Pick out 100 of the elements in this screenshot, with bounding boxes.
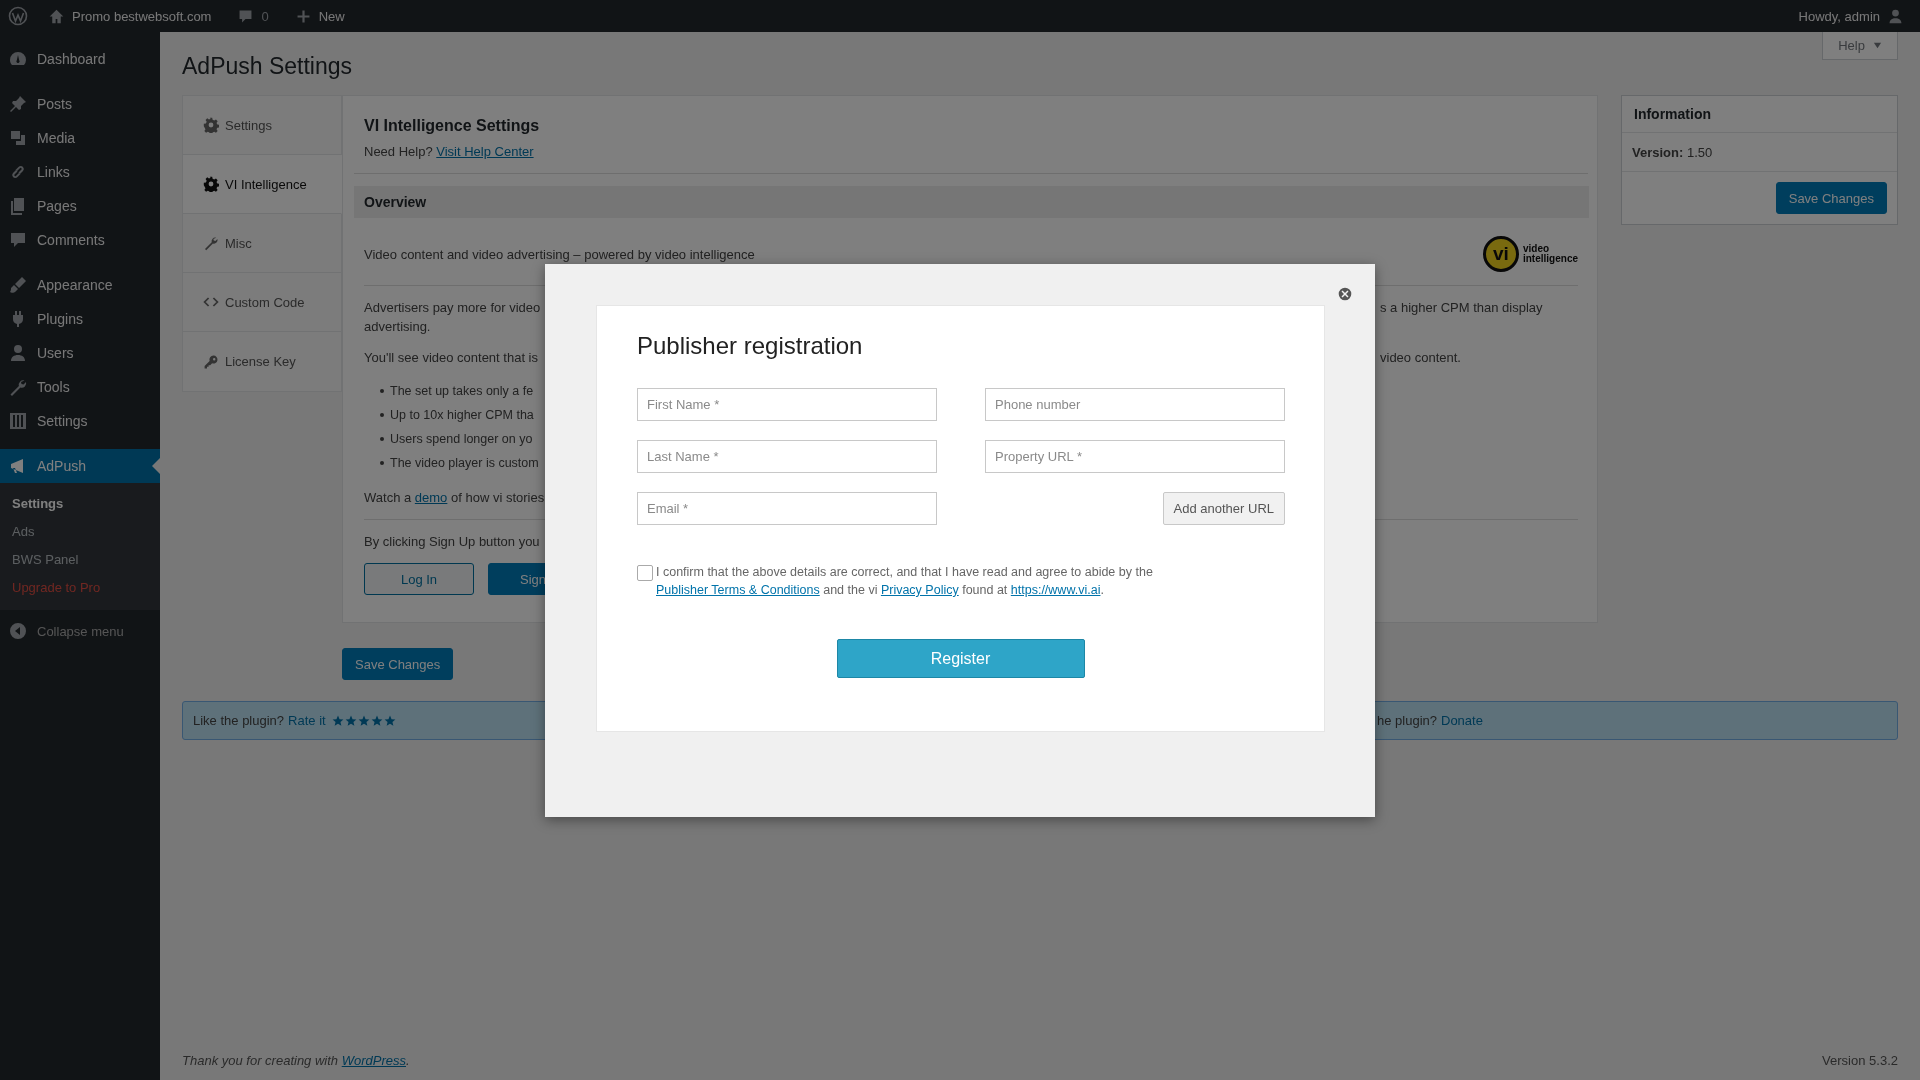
menu-label: Media <box>37 130 76 146</box>
menu-item[interactable]: Appearance <box>0 268 160 302</box>
menu-item[interactable]: Links <box>0 155 160 189</box>
logo-text: intelligence <box>1523 254 1578 264</box>
star-icon <box>357 714 370 727</box>
input-field[interactable]: First Name * <box>637 388 937 421</box>
checkbox[interactable] <box>637 565 653 581</box>
submenu-item[interactable]: Settings <box>0 490 160 518</box>
panel-heading: VI Intelligence Settings <box>364 116 541 136</box>
star-icon <box>331 714 344 727</box>
menu-item[interactable]: Users <box>0 336 160 370</box>
new-label: New <box>318 8 345 24</box>
gear-icon <box>203 117 219 133</box>
home-icon <box>48 7 65 25</box>
tagline: Video content and video advertising – powered by video intelligence <box>364 246 755 262</box>
collapse-menu-button[interactable]: Collapse menu <box>0 614 160 648</box>
terms-link[interactable]: Publisher Terms & Conditions <box>656 583 820 597</box>
collapse-label: Collapse menu <box>37 623 124 639</box>
input-field[interactable]: Phone number <box>985 388 1285 421</box>
sliders-icon <box>8 411 28 431</box>
version-text: Version 5.3.2 <box>1822 1052 1898 1068</box>
modal-title: Publisher registration <box>637 331 864 361</box>
logo-icon[interactable] <box>8 6 28 26</box>
paragraph-text: video content. <box>1380 349 1462 367</box>
menu-item[interactable]: Media <box>0 121 160 155</box>
menu-label: Pages <box>37 198 77 214</box>
close-icon[interactable] <box>1338 287 1352 301</box>
help-button[interactable]: Help <box>1822 32 1898 60</box>
save-changes-button[interactable]: Save Changes <box>342 648 454 680</box>
comments-link[interactable]: 0 <box>231 7 275 25</box>
brush-icon <box>8 275 28 295</box>
account-link[interactable]: Howdy, admin <box>1792 7 1910 25</box>
menu-item[interactable]: Comments <box>0 223 160 257</box>
menu-item[interactable]: Posts <box>0 87 160 121</box>
info-title: Information <box>1634 106 1711 122</box>
star-icon <box>370 714 383 727</box>
input-field[interactable]: Property URL * <box>985 440 1285 473</box>
tab-label: Settings <box>225 117 272 133</box>
bullet-dot <box>380 437 384 441</box>
tab-label: VI Intelligence <box>225 176 307 192</box>
bullet-dot <box>380 389 384 393</box>
menu-label: Posts <box>37 96 72 112</box>
tab-label: Custom Code <box>225 294 305 310</box>
list-item-text: Users spend longer on yo <box>390 431 533 448</box>
pushpin-icon <box>8 94 28 114</box>
add-another-url-button[interactable]: Add another URL <box>1162 492 1285 525</box>
bullet-dot <box>380 413 384 417</box>
menu-item[interactable]: Settings <box>0 404 160 438</box>
comments-count: 0 <box>261 8 269 24</box>
menu-label: Links <box>37 164 70 180</box>
menu-item[interactable]: Pages <box>0 189 160 223</box>
tab-label: License Key <box>225 354 296 369</box>
menu-item[interactable]: Plugins <box>0 302 160 336</box>
key-icon <box>203 353 219 370</box>
input-field[interactable]: Email * <box>637 492 937 525</box>
register-button[interactable]: Register <box>836 639 1085 678</box>
star-icon <box>344 714 357 727</box>
paragraph-text: s a higher CPM than display <box>1380 299 1544 317</box>
list-item-text: The set up takes only a fe <box>390 383 534 400</box>
help-center-link[interactable]: Visit Help Center <box>436 144 534 159</box>
site-name-link[interactable]: Promo bestwebsoft.com <box>42 7 218 25</box>
caret-icon <box>1872 41 1882 50</box>
submenu-item[interactable]: Ads <box>0 518 160 546</box>
rate-link[interactable]: Rate it <box>288 713 326 728</box>
speech-bubble-icon <box>8 230 28 250</box>
menu-item[interactable]: Dashboard <box>0 42 160 76</box>
log-in-button[interactable]: Log In <box>364 563 474 595</box>
greeting: Howdy, admin <box>1798 8 1880 24</box>
menu-label: Plugins <box>37 311 83 327</box>
paragraph-text: Advertisers pay more for video <box>364 299 541 317</box>
privacy-policy-link[interactable]: Privacy Policy <box>880 583 959 597</box>
menu-label: Settings <box>37 413 88 429</box>
user-icon <box>1887 7 1904 25</box>
star-icon <box>383 714 396 727</box>
donate-link[interactable]: Donate <box>1441 713 1483 728</box>
list-item-text: Up to 10x higher CPM tha <box>390 407 534 424</box>
logo-text: video <box>1523 244 1551 254</box>
media-icon <box>8 128 28 148</box>
menu-item[interactable]: AdPush <box>0 449 160 483</box>
notice-text: he plugin? <box>1377 713 1437 728</box>
wrench-icon <box>8 377 28 397</box>
sign-up-button[interactable]: Sign <box>488 563 546 595</box>
input-field[interactable]: Last Name * <box>637 440 937 473</box>
tab-label: Misc <box>225 235 252 251</box>
menu-label: Dashboard <box>37 51 106 67</box>
section-title: Overview <box>364 194 427 210</box>
new-link[interactable]: New <box>288 7 351 25</box>
submenu-item[interactable]: BWS Panel <box>0 546 160 574</box>
save-changes-button[interactable]: Save Changes <box>1775 182 1887 214</box>
menu-label: AdPush <box>37 458 87 474</box>
site-name: Promo bestwebsoft.com <box>72 8 212 24</box>
page-title: AdPush Settings <box>182 52 353 81</box>
gear-icon <box>203 176 219 192</box>
paragraph-text: Watch a demo of how vi stories <box>364 489 545 507</box>
user-icon <box>8 343 28 363</box>
menu-item[interactable]: Tools <box>0 370 160 404</box>
wordpress-link[interactable]: WordPress <box>341 1052 406 1068</box>
signup-note: By clicking Sign Up button you <box>364 533 540 551</box>
demo-link[interactable]: demo <box>414 490 448 505</box>
help-text: Need Help? Visit Help Center <box>364 144 535 159</box>
